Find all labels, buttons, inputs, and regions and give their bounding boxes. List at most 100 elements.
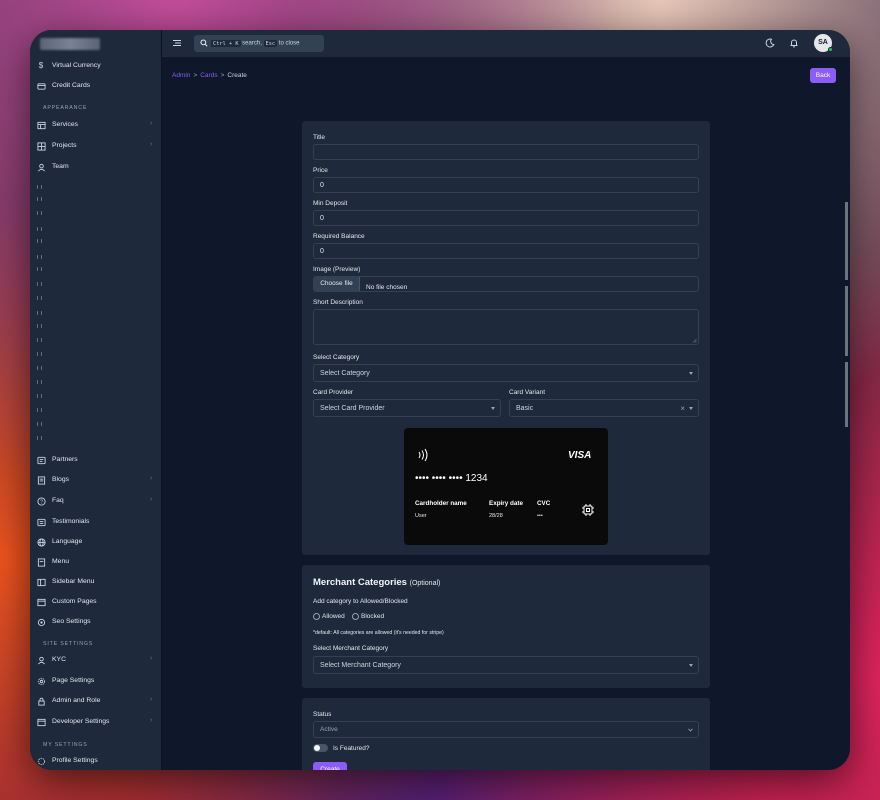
- search-icon: [200, 39, 208, 47]
- expiry-value: 28/28: [489, 513, 503, 519]
- sidebar-item-profile-settings[interactable]: Profile Settings: [30, 751, 161, 770]
- allowed-radio[interactable]: Allowed: [313, 613, 345, 620]
- visa-logo: VISA: [568, 450, 592, 461]
- category-select[interactable]: Select Category: [313, 364, 699, 382]
- partners-icon: [36, 455, 46, 465]
- required-balance-label: Required Balance: [313, 233, 365, 240]
- card-details-panel: Title Price Min Deposit Required Balance…: [302, 121, 710, 555]
- placeholder-dots: [36, 324, 46, 330]
- placeholder-dots: [36, 282, 46, 288]
- sidebar-item-virtual-currency[interactable]: $ Virtual Currency: [30, 56, 161, 76]
- cardholder-value: User: [415, 513, 427, 519]
- placeholder-dots: [36, 197, 46, 203]
- sidebar-item-language[interactable]: Language: [30, 532, 161, 552]
- status-panel: Status Active Is Featured? Create: [302, 698, 710, 770]
- sidebar-item-sidebar-menu[interactable]: Sidebar Menu: [30, 572, 161, 592]
- placeholder-dots: [36, 239, 46, 245]
- chip-icon: [581, 503, 595, 517]
- placeholder-dots: [36, 352, 46, 358]
- cvc-value: •••: [537, 513, 543, 519]
- sidebar-item-faq[interactable]: ? Faq ›: [30, 491, 161, 511]
- sidebar-item-team[interactable]: Team: [30, 157, 161, 177]
- help-icon: ?: [36, 496, 46, 506]
- section-site-settings: SITE SETTINGS: [43, 641, 94, 647]
- sidebar-item-testimonials[interactable]: Testimonials: [30, 512, 161, 532]
- caret-down-icon: [491, 407, 495, 410]
- placeholder-dots: [36, 394, 46, 400]
- moon-icon[interactable]: [765, 38, 775, 48]
- placeholder-dots: [36, 296, 46, 302]
- status-label: Status: [313, 711, 332, 718]
- merchant-note: *default: All categories are allowed (it…: [313, 630, 444, 636]
- menu-icon: [36, 557, 46, 567]
- globe-icon: [36, 537, 46, 547]
- sidebar-item-partners[interactable]: Partners: [30, 450, 161, 470]
- clear-icon[interactable]: ×: [680, 404, 685, 413]
- contactless-icon: [416, 448, 430, 462]
- logo[interactable]: [40, 38, 100, 50]
- main-content: Admin>Cards>Create Back Title Price Min …: [162, 57, 850, 770]
- breadcrumb-cards[interactable]: Cards: [200, 72, 217, 79]
- short-description-label: Short Description: [313, 299, 363, 306]
- card-icon: [36, 81, 46, 91]
- short-description-textarea[interactable]: [313, 309, 699, 345]
- sidebar-item-credit-cards[interactable]: Credit Cards: [30, 76, 161, 96]
- placeholder-dots: [36, 366, 46, 372]
- sidebar-item-kyc[interactable]: KYC ›: [30, 650, 161, 670]
- bell-icon[interactable]: [789, 38, 799, 48]
- user-icon: [36, 162, 46, 172]
- placeholder-dots: [36, 422, 46, 428]
- code-icon: [36, 717, 46, 727]
- card-variant-select[interactable]: Basic ×: [509, 399, 699, 417]
- chevron-right-icon: ›: [150, 655, 153, 662]
- toggle-knob: [314, 745, 320, 751]
- choose-file-button[interactable]: Choose file: [314, 277, 360, 291]
- category-label: Select Category: [313, 354, 360, 361]
- sidebar-item-seo-settings[interactable]: Seo Settings: [30, 612, 161, 632]
- merchant-category-select[interactable]: Select Merchant Category: [313, 656, 699, 674]
- sidebar-item-admin-and-role[interactable]: Admin and Role ›: [30, 691, 161, 711]
- avatar[interactable]: SA: [814, 34, 833, 52]
- chevron-right-icon: ›: [150, 696, 153, 703]
- app-window: $ Virtual Currency Credit Cards APPEARAN…: [30, 30, 850, 770]
- file-status: No file chosen: [366, 284, 408, 291]
- merchant-title: Merchant Categories (Optional): [313, 577, 441, 588]
- back-button[interactable]: Back: [810, 68, 836, 83]
- min-deposit-input[interactable]: [313, 210, 699, 226]
- sidebar-item-blogs[interactable]: Blogs ›: [30, 470, 161, 490]
- chevron-right-icon: ›: [150, 120, 153, 127]
- required-balance-input[interactable]: [313, 243, 699, 259]
- sidebar-item-projects[interactable]: Projects ›: [30, 136, 161, 156]
- chevron-right-icon: ›: [150, 717, 153, 724]
- breadcrumb: Admin > Cards > Create: [172, 72, 247, 79]
- caret-down-icon: [689, 407, 693, 410]
- image-file-input[interactable]: Choose file No file chosen: [313, 276, 699, 292]
- breadcrumb-admin[interactable]: Admin: [172, 72, 190, 79]
- kyc-icon: [36, 655, 46, 665]
- placeholder-dots: [36, 408, 46, 414]
- quote-icon: [36, 517, 46, 527]
- caret-down-icon: [689, 372, 693, 375]
- card-provider-select[interactable]: Select Card Provider: [313, 399, 501, 417]
- scrollbar[interactable]: [845, 172, 850, 427]
- status-select[interactable]: Active: [313, 721, 699, 738]
- sidebar-item-page-settings[interactable]: Page Settings: [30, 671, 161, 691]
- sidebar-item-menu[interactable]: Menu: [30, 552, 161, 572]
- merchant-categories-panel: Merchant Categories (Optional) Add categ…: [302, 565, 710, 688]
- cardholder-label: Cardholder name: [415, 500, 467, 507]
- create-button[interactable]: Create: [313, 762, 347, 770]
- search-input[interactable]: Ctrl + K search, Esc to close: [194, 35, 324, 52]
- title-input[interactable]: [313, 144, 699, 160]
- merchant-select-label: Select Merchant Category: [313, 645, 389, 652]
- placeholder-dots: [36, 338, 46, 344]
- blocked-radio[interactable]: Blocked: [352, 613, 384, 620]
- hamburger-menu-icon[interactable]: [172, 38, 182, 48]
- price-input[interactable]: [313, 177, 699, 193]
- radio-circle: [313, 613, 320, 620]
- sidebar-item-services[interactable]: Services ›: [30, 115, 161, 135]
- sidebar-item-developer-settings[interactable]: Developer Settings ›: [30, 712, 161, 732]
- blog-icon: [36, 475, 46, 485]
- featured-toggle[interactable]: [313, 744, 328, 752]
- sidebar-item-custom-pages[interactable]: Custom Pages: [30, 592, 161, 612]
- card-provider-label: Card Provider: [313, 389, 354, 396]
